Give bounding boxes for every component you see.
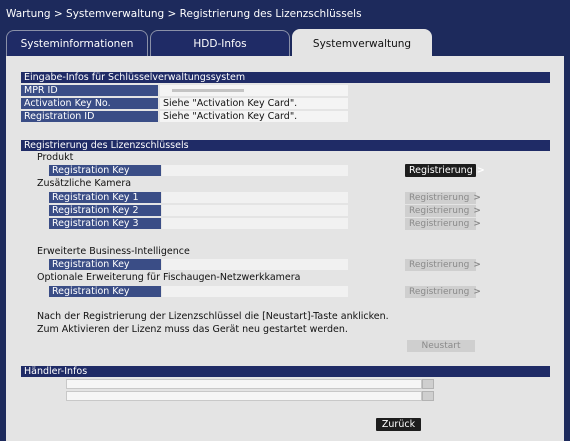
- bi-title: Erweiterte Business-Intelligence: [37, 246, 190, 257]
- product-register-button[interactable]: Registrierung >: [405, 164, 485, 177]
- section-header-key-mgmt: Eingabe-Infos für Schlüsselverwaltungssy…: [21, 72, 550, 83]
- fisheye-title: Optionale Erweiterung für Fischaugen-Net…: [37, 272, 301, 283]
- chevron-right-icon: >: [473, 206, 481, 216]
- tab-systeminformationen[interactable]: Systeminformationen: [6, 30, 148, 56]
- register-label: Registrierung: [409, 193, 470, 203]
- chevron-right-icon: >: [473, 287, 481, 297]
- register-label: Registrierung: [409, 219, 470, 229]
- activation-key-label: Activation Key No.: [21, 98, 158, 109]
- chevron-right-icon: >: [473, 260, 481, 270]
- register-label: Registrierung: [409, 165, 473, 176]
- dealer-scroll-handle-1[interactable]: [422, 379, 434, 389]
- bi-register-button[interactable]: Registrierung >: [405, 259, 481, 271]
- activation-key-value: Siehe "Activation Key Card".: [160, 98, 348, 109]
- registration-id-value: Siehe "Activation Key Card".: [160, 111, 348, 122]
- tab-systemverwaltung[interactable]: Systemverwaltung: [292, 29, 432, 57]
- tab-hdd-infos[interactable]: HDD-Infos: [150, 30, 290, 56]
- camera-key-2-label: Registration Key 2: [49, 205, 161, 216]
- register-label: Registrierung: [409, 287, 470, 297]
- camera-key-3-label: Registration Key 3: [49, 218, 161, 229]
- restart-note-line2: Zum Aktivieren der Lizenz muss das Gerät…: [37, 324, 348, 335]
- section-header-dealer: Händler-Infos: [21, 366, 550, 377]
- fisheye-key-input[interactable]: [162, 286, 348, 297]
- section-header-license: Registrierung des Lizenzschlüssels: [21, 140, 550, 151]
- restart-note-line1: Nach der Registrierung der Lizenzschlüss…: [37, 311, 389, 322]
- camera-key-3-input[interactable]: [162, 218, 348, 229]
- chevron-right-icon: >: [473, 193, 481, 203]
- camera-key-1-label: Registration Key 1: [49, 192, 161, 203]
- tab-label: Systemverwaltung: [312, 37, 412, 50]
- fisheye-register-button[interactable]: Registrierung >: [405, 286, 481, 298]
- breadcrumb: Wartung > Systemverwaltung > Registrieru…: [6, 8, 362, 20]
- dealer-info-field-1[interactable]: [66, 379, 422, 389]
- tab-label: HDD-Infos: [193, 37, 247, 50]
- product-title: Produkt: [37, 152, 74, 163]
- back-button[interactable]: Zurück: [376, 418, 421, 431]
- chevron-right-icon: >: [476, 165, 485, 176]
- camera-key-1-register-button[interactable]: Registrierung >: [405, 192, 481, 204]
- camera-key-3-register-button[interactable]: Registrierung >: [405, 218, 481, 230]
- mpr-id-label: MPR ID: [21, 85, 158, 96]
- license-registration-window: Wartung > Systemverwaltung > Registrieru…: [0, 0, 570, 441]
- register-label: Registrierung: [409, 260, 470, 270]
- camera-key-2-input[interactable]: [162, 205, 348, 216]
- tab-label: Systeminformationen: [20, 37, 134, 50]
- camera-key-1-input[interactable]: [162, 192, 348, 203]
- registration-id-label: Registration ID: [21, 111, 158, 122]
- dealer-scroll-handle-2[interactable]: [422, 391, 434, 401]
- chevron-right-icon: >: [473, 219, 481, 229]
- mpr-id-value: [160, 85, 348, 96]
- restart-button[interactable]: Neustart: [407, 340, 475, 352]
- obscured-value: [172, 89, 244, 92]
- bi-key-input[interactable]: [162, 259, 348, 270]
- dealer-info-field-2[interactable]: [66, 391, 422, 401]
- camera-key-2-register-button[interactable]: Registrierung >: [405, 205, 481, 217]
- product-key-label: Registration Key: [49, 165, 161, 176]
- bi-key-label: Registration Key: [49, 259, 161, 270]
- register-label: Registrierung: [409, 206, 470, 216]
- product-key-input[interactable]: [162, 165, 348, 176]
- fisheye-key-label: Registration Key: [49, 286, 161, 297]
- extra-camera-title: Zusätzliche Kamera: [37, 178, 132, 189]
